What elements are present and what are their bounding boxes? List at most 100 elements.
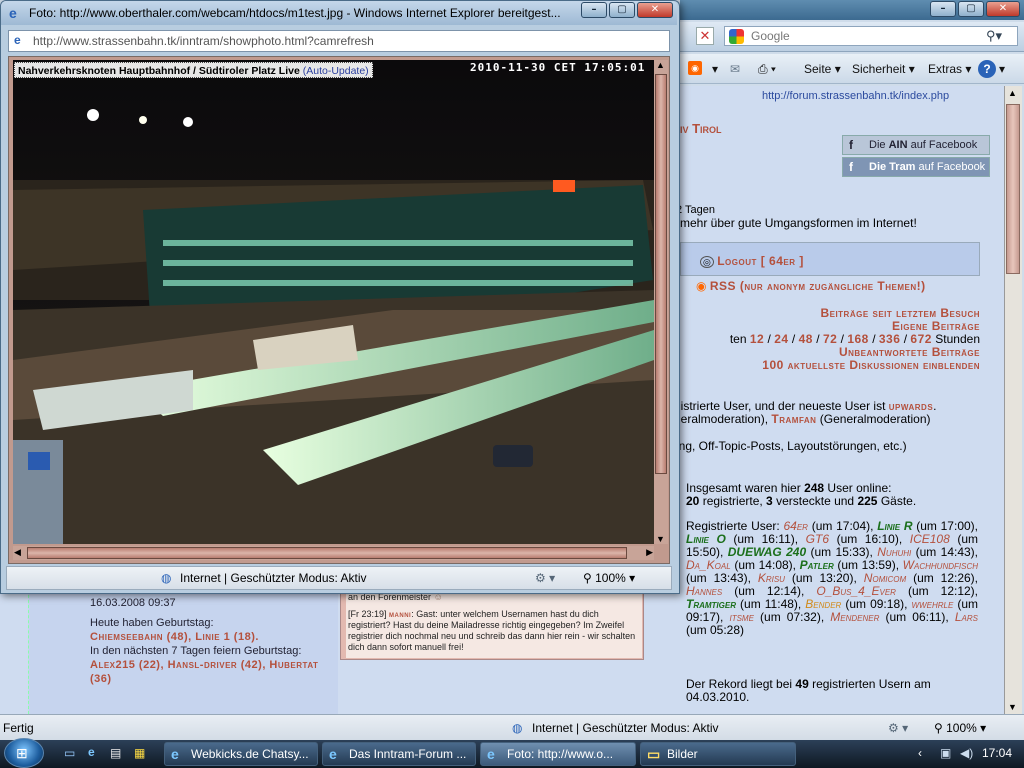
hours-link[interactable]: 72	[823, 332, 837, 346]
days-fragment: 2 Tagen	[680, 204, 715, 216]
minimize-button[interactable]: –	[930, 1, 956, 17]
online-user-time: (um 09:18),	[841, 597, 912, 611]
task-webkicks[interactable]: e Webkicks.de Chatsy...	[164, 742, 318, 766]
online-user-link[interactable]: Bender	[805, 597, 841, 611]
hours-link[interactable]: 336	[879, 332, 901, 346]
search-input[interactable]: Google	[724, 26, 1018, 46]
close-button[interactable]: ✕	[986, 1, 1020, 17]
online-user-time: (um 17:04),	[807, 519, 878, 533]
rss-icon[interactable]: ◉	[688, 61, 702, 75]
online-user-time: (um 05:28)	[686, 623, 745, 637]
page-scrollbar-thumb[interactable]	[1006, 104, 1020, 274]
popup-title-bar: e Foto: http://www.oberthaler.com/webcam…	[1, 1, 677, 25]
menu-extras[interactable]: Extras ▾	[928, 62, 971, 76]
online-user-link[interactable]: Patler	[800, 558, 834, 572]
hours-link[interactable]: 12	[750, 332, 764, 346]
quicklaunch-paint-icon[interactable]: ▦	[134, 746, 145, 760]
tray-expand-icon[interactable]: ‹	[918, 746, 922, 760]
rss-link[interactable]: ◉ RSS (nur anonym zugängliche Themen!)	[696, 279, 926, 293]
quicklaunch-ie-icon[interactable]: e	[88, 745, 95, 759]
popup-maximize-button[interactable]: ▢	[609, 2, 635, 18]
background-title-bar: – ▢ ✕	[680, 0, 1024, 20]
network-icon[interactable]: ▣	[940, 746, 951, 760]
online-user-link[interactable]: Nuhuhi	[877, 545, 911, 559]
maximize-button[interactable]: ▢	[958, 1, 984, 17]
online-user-time: (um 11:48),	[736, 597, 806, 611]
online-user-link[interactable]: Linie R	[877, 519, 912, 533]
security-icon[interactable]: ⚙ ▾	[888, 721, 908, 735]
online-user-time: (um 13:59),	[833, 558, 903, 572]
ie-icon: e	[329, 746, 337, 762]
popup-address-field[interactable]: http://www.strassenbahn.tk/inntram/showp…	[8, 30, 670, 52]
rules-fragment: ing, Off-Topic-Posts, Layoutstörungen, e…	[680, 439, 907, 453]
print-icon[interactable]: ⎙ ▾	[758, 62, 776, 77]
popup-minimize-button[interactable]: –	[581, 2, 607, 18]
search-icon[interactable]: ⚲▾	[986, 28, 1002, 44]
online-user-link[interactable]: Mendener	[830, 610, 879, 624]
online-user-time: (um 14:43),	[911, 545, 979, 559]
forum-link[interactable]: http://forum.strassenbahn.tk/index.php	[762, 90, 949, 102]
record-text: Der Rekord liegt bei 49 registrierten Us…	[686, 677, 931, 704]
online-user-link[interactable]: wwehrle	[912, 597, 954, 611]
help-icon[interactable]: ?	[978, 60, 996, 78]
online-user-link[interactable]: Wachhundfisch	[903, 558, 978, 572]
online-stats: Insgesamt waren hier 248 User online: 20…	[686, 481, 917, 508]
online-user-link[interactable]: DUEWAG 240	[728, 545, 806, 559]
task-foto[interactable]: e Foto: http://www.o...	[480, 742, 636, 766]
hours-link[interactable]: 672	[910, 332, 932, 346]
forum-page: http://forum.strassenbahn.tk/index.php i…	[680, 86, 1004, 714]
zoom-control[interactable]: ⚲ 100% ▾	[934, 721, 986, 735]
online-user-time: (um 12:12),	[895, 584, 978, 598]
page-icon: e	[14, 33, 21, 47]
stop-icon[interactable]: ✕	[696, 27, 714, 45]
quicklaunch-doc-icon[interactable]: ▤	[110, 746, 121, 760]
ie-icon: e	[9, 5, 17, 21]
facebook-tram-button[interactable]: f Die Tram auf Facebook	[842, 157, 990, 177]
online-user-time: (um 12:26),	[906, 571, 979, 585]
online-user-link[interactable]: itsme	[729, 610, 753, 624]
show-desktop-icon[interactable]: ▭	[64, 746, 75, 760]
manners-text: mehr über gute Umgangsformen im Internet…	[680, 216, 917, 230]
menu-sicherheit[interactable]: Sicherheit ▾	[852, 62, 915, 76]
help-dropdown-icon[interactable]: ▾	[999, 62, 1005, 76]
online-user-link[interactable]: Krisu	[758, 571, 785, 585]
online-user-link[interactable]: Linie O	[686, 532, 726, 546]
forum-title-fragment: iv Tirol	[680, 121, 722, 136]
online-user-time: (um 16:10),	[829, 532, 910, 546]
popup-close-button[interactable]: ✕	[637, 2, 673, 18]
online-user-time: (um 07:32),	[753, 610, 831, 624]
hours-link[interactable]: 168	[847, 332, 869, 346]
popup-zoom-control[interactable]: ⚲ 100% ▾	[583, 571, 635, 585]
mail-icon[interactable]: ✉	[730, 62, 740, 76]
rss-dropdown-icon[interactable]: ▾	[712, 62, 718, 76]
left-stats: Heute user gleichzeitig online: 283 16.0…	[90, 586, 319, 685]
folder-icon: ▭	[647, 746, 661, 762]
latest-discussions-link[interactable]: 100 aktuellste Diskussionen einblenden	[680, 359, 980, 372]
online-user-link[interactable]: ICE108	[910, 532, 950, 546]
webcam-timestamp: 2010-11-30 CET 17:05:01	[470, 61, 646, 74]
task-bilder[interactable]: ▭ Bilder	[640, 742, 796, 766]
online-user-link[interactable]: GT6	[806, 532, 829, 546]
online-user-link[interactable]: Lars	[955, 610, 978, 624]
popup-security-icon[interactable]: ⚙ ▾	[535, 571, 555, 585]
online-user-link[interactable]: Hannes	[686, 584, 722, 598]
start-button[interactable]: ⊞	[4, 738, 44, 768]
menu-seite[interactable]: Seite ▾	[804, 62, 841, 76]
online-user-link[interactable]: 64er	[784, 519, 808, 533]
hours-link[interactable]: 24	[774, 332, 788, 346]
online-user-link[interactable]: Da_Koal	[686, 558, 731, 572]
logout-link[interactable]: ◎ Logout [ 64er ]	[700, 254, 804, 268]
hours-link[interactable]: 48	[799, 332, 813, 346]
facebook-ain-button[interactable]: f Die AIN auf Facebook	[842, 135, 990, 155]
popup-vertical-thumb[interactable]	[655, 74, 667, 474]
popup-horizontal-thumb[interactable]	[27, 547, 627, 559]
left-page-area: Heute user gleichzeitig online: 283 16.0…	[0, 586, 680, 714]
online-user-link[interactable]: O_Bus_4_Ever	[816, 584, 896, 598]
online-user-link[interactable]: Nomicom	[864, 571, 906, 585]
online-user-time: (um 13:20),	[784, 571, 864, 585]
volume-icon[interactable]: ◀)	[960, 746, 973, 760]
facebook-icon: f	[849, 138, 853, 152]
globe-icon: ◍	[512, 721, 523, 735]
online-user-link[interactable]: Tramtiger	[686, 597, 736, 611]
task-inntram-forum[interactable]: e Das Inntram-Forum ...	[322, 742, 476, 766]
